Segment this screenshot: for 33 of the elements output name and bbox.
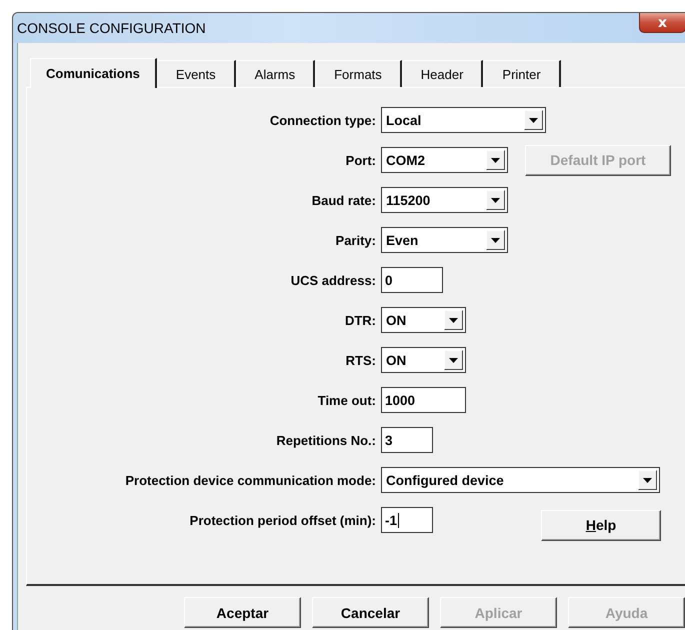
dialog-button[interactable]: Aceptar [184, 597, 301, 628]
field-label: Repetitions No.: [275, 432, 377, 448]
field-label: Protection device communication mode: [124, 472, 377, 488]
dropdown[interactable]: Local [381, 107, 546, 133]
field-label: Protection period offset (min): [188, 512, 377, 528]
tab[interactable]: Header [402, 60, 484, 87]
field-label: Time out: [316, 392, 377, 408]
field-label: UCS address: [290, 272, 377, 288]
dropdown[interactable]: COM2 [381, 147, 508, 173]
window-title: CONSOLE CONFIGURATION [17, 20, 206, 36]
field-label: Baud rate: [310, 192, 377, 208]
dropdown[interactable]: Configured device [381, 467, 660, 493]
dropdown[interactable]: 115200 [381, 187, 508, 213]
tab[interactable]: Alarms [236, 60, 316, 87]
tab[interactable]: Formats [315, 60, 402, 87]
dropdown[interactable]: Even [381, 227, 508, 253]
input-field[interactable]: 3 [381, 427, 433, 453]
side-button[interactable]: Help [541, 510, 661, 540]
input-field[interactable]: 1000 [381, 387, 466, 413]
field-label: DTR: [344, 312, 377, 328]
field-label: Connection type: [268, 112, 377, 128]
dialog-button[interactable]: Cancelar [312, 597, 429, 628]
dropdown[interactable]: ON [381, 307, 466, 333]
field-label: Parity: [334, 232, 377, 248]
close-button[interactable]: x [639, 13, 685, 33]
field-label: Port: [344, 152, 377, 168]
field-label: RTS: [344, 352, 377, 368]
input-field[interactable]: 0 [381, 267, 443, 293]
dropdown[interactable]: ON [381, 347, 466, 373]
input-field[interactable]: -1 [381, 507, 433, 533]
tab[interactable]: Events [156, 60, 236, 87]
tab[interactable]: Comunications [30, 58, 157, 88]
tab[interactable]: Printer [483, 60, 561, 87]
